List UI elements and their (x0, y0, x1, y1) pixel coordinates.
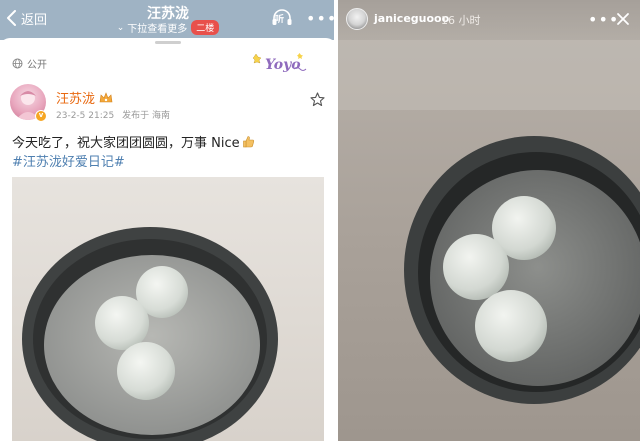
post-photo[interactable] (12, 177, 324, 441)
hashtag-link[interactable]: #汪苏泷好爱日记# (12, 151, 125, 170)
post-text-row: 今天吃了，祝大家团团圆圆，万事 Nice (12, 132, 255, 151)
yoyo-sticker: Yoyo (252, 53, 307, 73)
story-avatar[interactable] (346, 8, 368, 30)
post-location: 发布于 海南 (122, 111, 170, 121)
weibo-post-screenshot: 返回 汪苏泷 ⌄ 下拉查看更多 二楼 听 ••• 公开 Yoyo v 汪苏泷 2… (0, 0, 336, 441)
close-icon[interactable] (616, 12, 630, 26)
story-photo (338, 40, 640, 441)
visibility-label: 公开 (27, 60, 47, 71)
post-meta: 23-2-5 21:25 发布于 海南 (56, 108, 175, 121)
star-icon[interactable] (310, 92, 325, 107)
globe-icon (12, 58, 23, 69)
verified-badge: v (35, 110, 47, 122)
story-header: janiceguooo 16 小时 ••• (338, 0, 640, 40)
post-card: 公开 Yoyo v 汪苏泷 23-2-5 21:25 发布于 海南 今天吃了，祝… (0, 38, 334, 441)
story-username[interactable]: janiceguooo (374, 12, 449, 25)
arrow-down-icon: ⌄ (116, 22, 125, 33)
crown-icon (99, 91, 113, 102)
listen-button[interactable]: 听 (271, 8, 293, 28)
navigation-bar: 返回 汪苏泷 ⌄ 下拉查看更多 二楼 听 ••• (0, 0, 334, 40)
story-time: 16 小时 (441, 14, 481, 27)
floor-badge[interactable]: 二楼 (191, 20, 220, 35)
visibility-indicator: 公开 (12, 56, 47, 71)
listen-icon-label: 听 (275, 15, 285, 25)
author-name-row[interactable]: 汪苏泷 (56, 88, 113, 107)
pull-down-label: 下拉查看更多 (127, 24, 188, 35)
post-body: 今天吃了，祝大家团团圆圆，万事 Nice (12, 136, 240, 151)
post-timestamp: 23-2-5 21:25 (56, 111, 115, 121)
story-screenshot: janiceguooo 16 小时 ••• (338, 0, 640, 441)
sticker-text: Yoyo (265, 57, 301, 73)
more-options-icon[interactable]: ••• (588, 10, 619, 29)
author-name: 汪苏泷 (56, 92, 96, 107)
thumbs-up-icon (242, 136, 254, 148)
more-options-icon[interactable]: ••• (306, 9, 334, 28)
sheet-grabber[interactable] (155, 41, 181, 44)
